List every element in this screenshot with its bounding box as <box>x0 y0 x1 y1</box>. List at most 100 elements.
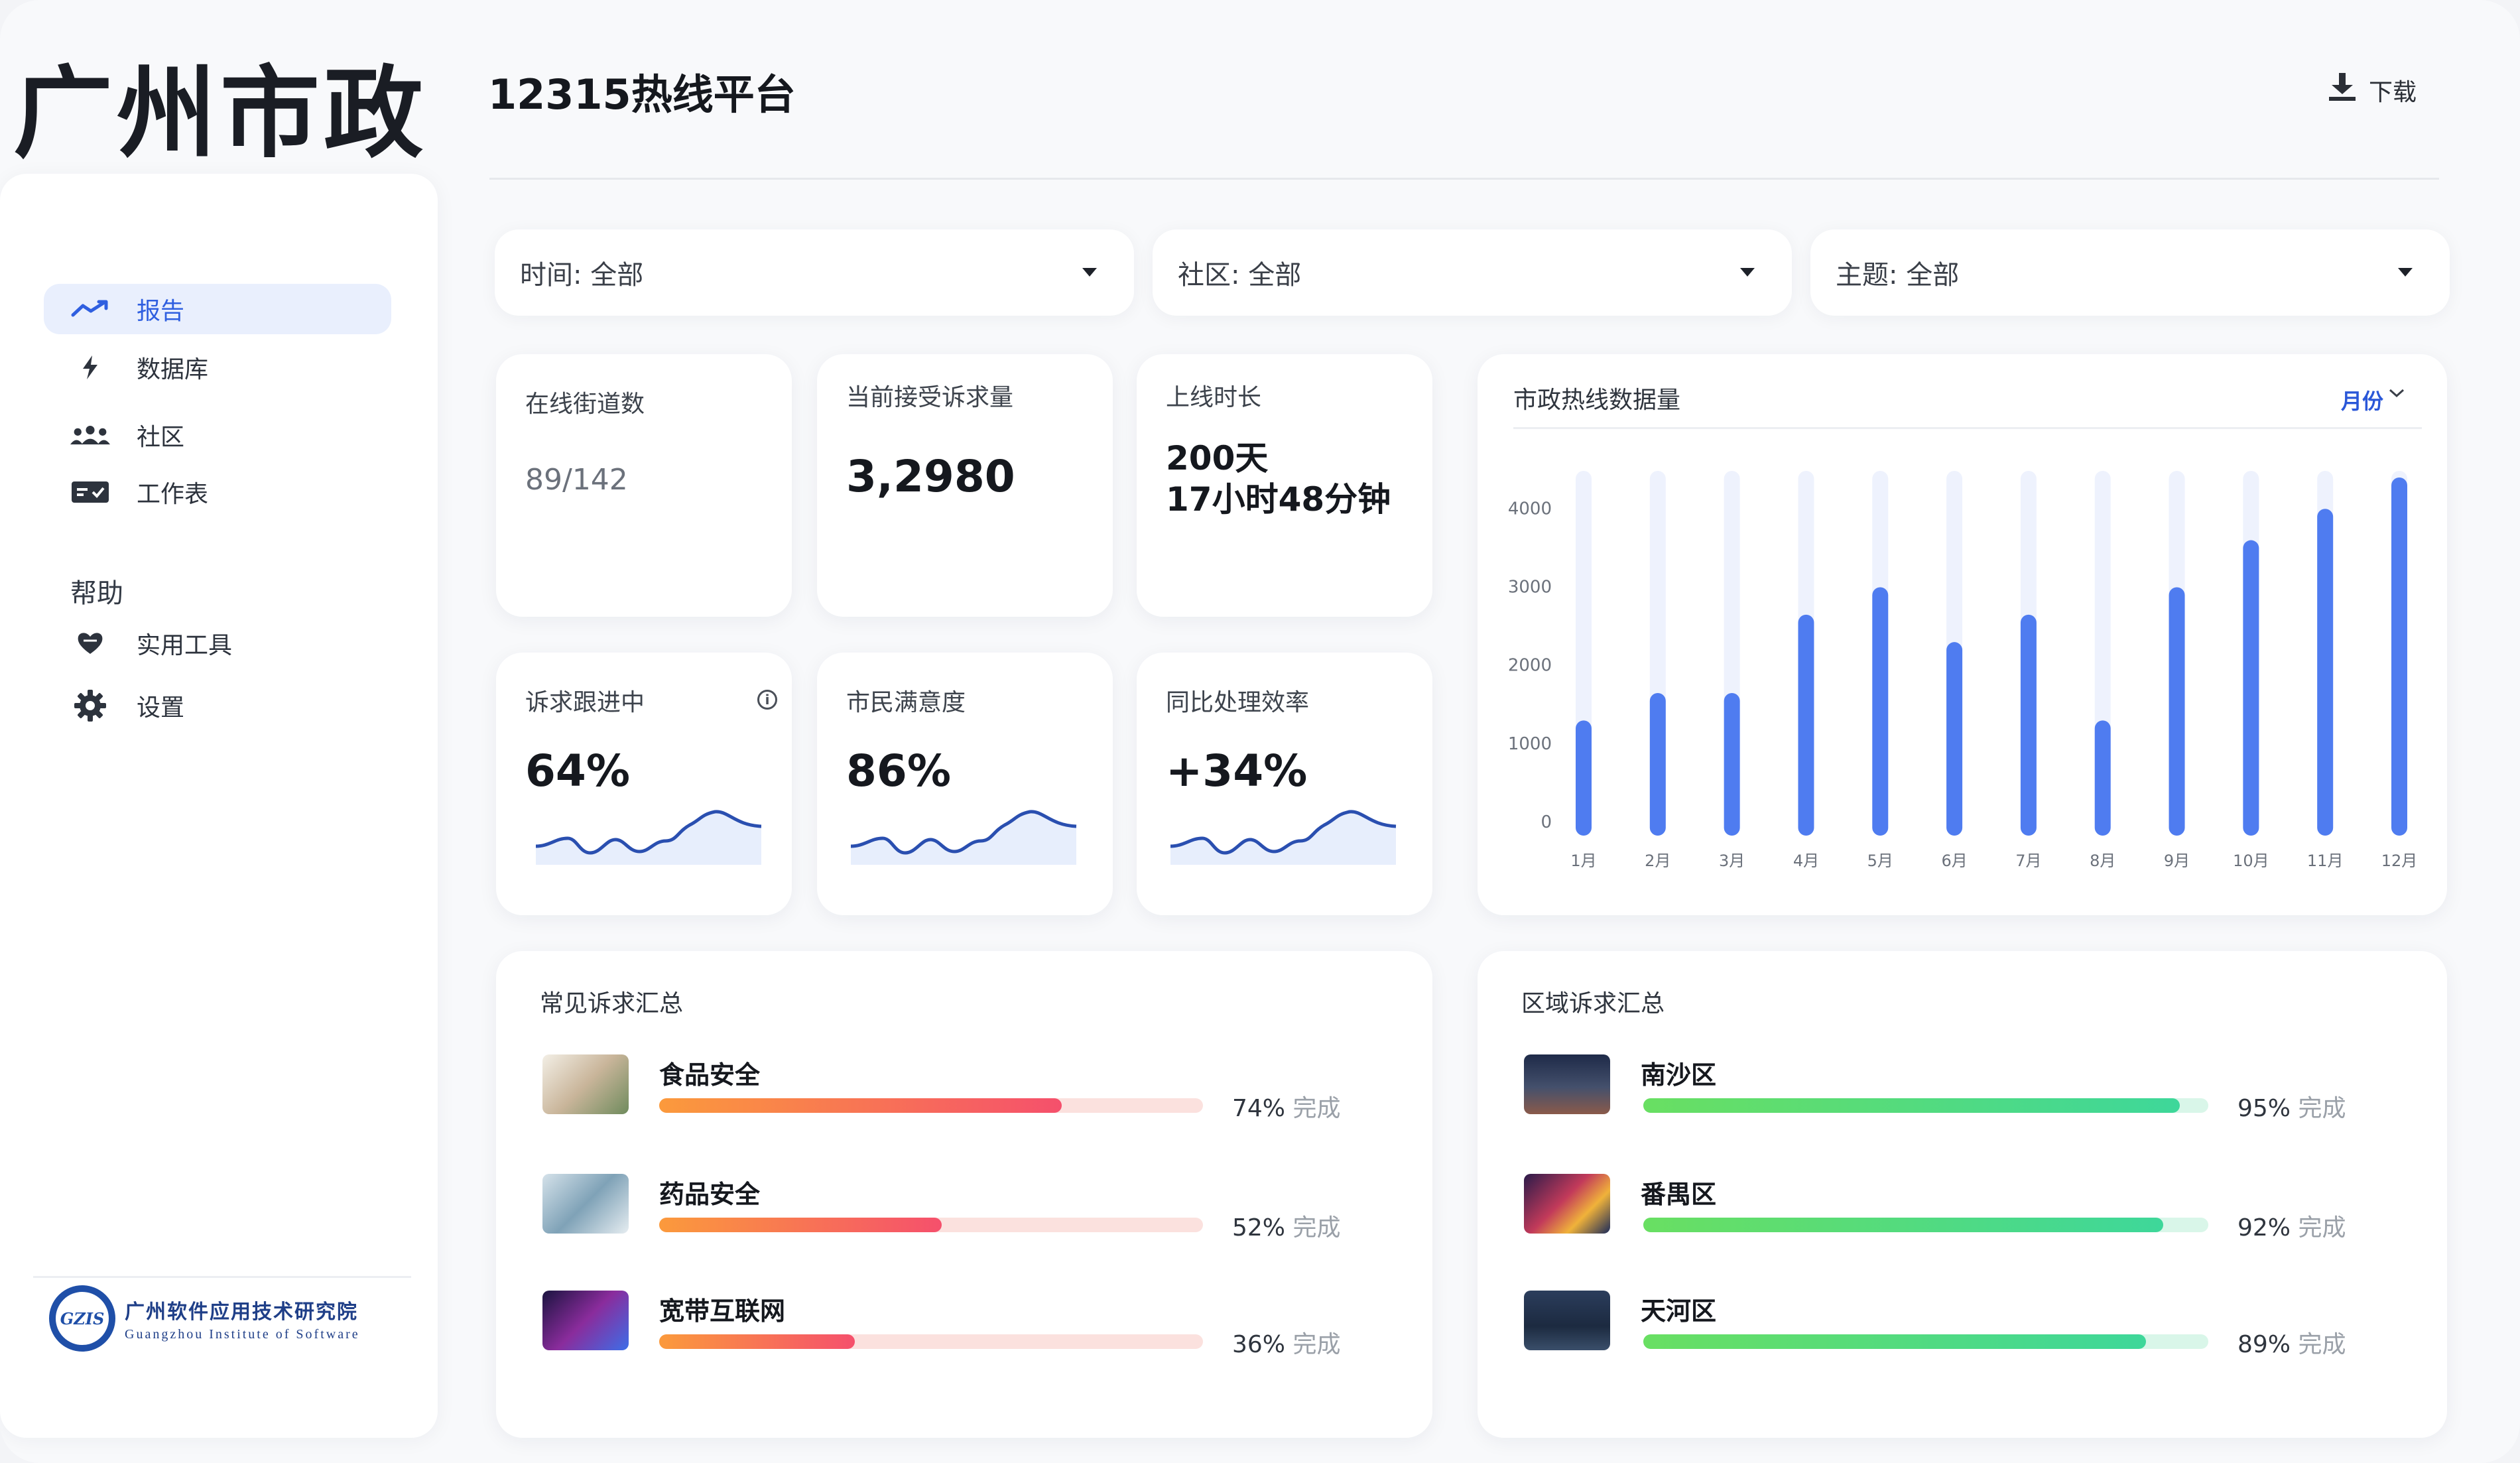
summary-percent: 52% 完成 <box>1232 1214 1341 1241</box>
filter-community[interactable]: 社区: 全部 <box>1153 229 1792 316</box>
x-tick-label: 10月 <box>2233 852 2269 870</box>
y-tick-label: 0 <box>1541 812 1552 832</box>
heart-hands-icon <box>70 623 110 663</box>
caret-down-icon <box>1082 268 1097 277</box>
bar-1月[interactable] <box>1576 720 1592 836</box>
x-tick-label: 8月 <box>2090 852 2115 870</box>
summary-name: 药品安全 <box>659 1180 761 1209</box>
summary-row: 南沙区 95% 完成 <box>1524 1054 2346 1134</box>
filter-time[interactable]: 时间: 全部 <box>495 229 1134 316</box>
progress-track <box>1643 1334 2208 1349</box>
medicine-thumbnail <box>542 1174 629 1234</box>
sidebar-item-label: 数据库 <box>137 356 209 383</box>
progress-track <box>659 1334 1203 1349</box>
progress-fill <box>659 1098 1062 1113</box>
stat-card-streets: 在线街道数 89/142 <box>496 354 792 617</box>
summary-name: 番禺区 <box>1641 1180 1717 1209</box>
sidebar-item-label: 报告 <box>137 298 185 325</box>
brand-title: 广州市政 <box>13 56 428 172</box>
people-icon <box>70 415 110 455</box>
stat-label: 同比处理效率 <box>1166 689 1310 716</box>
card-icon <box>70 472 110 512</box>
header-divider <box>489 178 2439 180</box>
sidebar-divider <box>33 1276 411 1278</box>
filter-label: 时间: 全部 <box>520 260 644 290</box>
org-name: 广州软件应用技术研究院 <box>125 1300 358 1324</box>
stat-value: 86% <box>846 745 951 796</box>
stat-label: 市民满意度 <box>846 689 966 716</box>
sidebar-item-label: 设置 <box>137 694 185 722</box>
progress-track <box>659 1098 1203 1113</box>
summary-row: 番禺区 92% 完成 <box>1524 1174 2346 1253</box>
bar-7月[interactable] <box>2020 614 2037 836</box>
y-tick-label: 3000 <box>1508 577 1552 597</box>
download-label: 下载 <box>2369 78 2417 106</box>
summary-title: 常见诉求汇总 <box>540 990 684 1017</box>
stat-value: 200天 17小时48分钟 <box>1166 438 1391 520</box>
panyu-thumbnail <box>1524 1174 1610 1234</box>
stat-value-line2: 17小时48分钟 <box>1166 480 1391 519</box>
bar-4月[interactable] <box>1798 614 1814 836</box>
org-block: GZIS 广州软件应用技术研究院 Guangzhou Institute of … <box>49 1285 360 1352</box>
filter-topic[interactable]: 主题: 全部 <box>1810 229 2450 316</box>
bar-8月[interactable] <box>2094 720 2111 836</box>
x-tick-label: 7月 <box>2015 852 2041 870</box>
stat-card-uptime: 上线时长 200天 17小时48分钟 <box>1137 354 1432 617</box>
bar-9月[interactable] <box>2169 587 2185 836</box>
sidebar-item-tools[interactable]: 实用工具 <box>44 618 391 668</box>
help-section-title: 帮助 <box>70 578 123 609</box>
x-tick-label: 12月 <box>2381 852 2418 870</box>
stat-label: 上线时长 <box>1166 384 1262 411</box>
bar-2月[interactable] <box>1649 693 1666 836</box>
progress-fill <box>659 1334 855 1349</box>
sidebar-item-worksheet[interactable]: 工作表 <box>44 467 391 517</box>
progress-fill <box>659 1218 942 1232</box>
summary-name: 食品安全 <box>659 1060 761 1090</box>
network-thumbnail <box>542 1291 629 1350</box>
stat-value: +34% <box>1166 745 1308 796</box>
bar-6月[interactable] <box>1946 642 1963 836</box>
sidebar-item-report[interactable]: 报告 <box>44 284 391 334</box>
bar-11月[interactable] <box>2317 509 2334 836</box>
x-tick-label: 1月 <box>1570 852 1596 870</box>
progress-fill <box>1643 1098 2180 1113</box>
org-logo: GZIS <box>49 1285 115 1352</box>
tianhe-thumbnail <box>1524 1291 1610 1350</box>
bar-10月[interactable] <box>2243 540 2259 836</box>
dashboard-page: 广州市政 报告 数据库 社区 工作表 帮助 实用工具 设置 GZIS 广州软件应… <box>0 0 2520 1463</box>
sidebar-item-database[interactable]: 数据库 <box>44 342 391 393</box>
y-tick-label: 1000 <box>1508 734 1552 754</box>
x-tick-label: 2月 <box>1645 852 1670 870</box>
progress-fill <box>1643 1218 2163 1232</box>
stat-card-efficiency: 同比处理效率 +34% <box>1137 653 1432 915</box>
summary-row: 食品安全 74% 完成 <box>542 1054 1341 1134</box>
hotline-chart-card: 市政热线数据量 月份 0 1000 2000 3000 4000 1月 2月 3月 4月 5月 6月… <box>1478 354 2447 915</box>
bar-12月[interactable] <box>2391 477 2407 836</box>
common-summary-card: 常见诉求汇总 食品安全 74% 完成 药品安全 52% 完成 宽带互联网 36%… <box>496 951 1432 1438</box>
sidebar-item-label: 实用工具 <box>137 632 233 659</box>
stat-label: 当前接受诉求量 <box>846 384 1014 411</box>
summary-percent: 92% 完成 <box>2237 1214 2346 1241</box>
download-button[interactable]: 下载 <box>2328 72 2417 108</box>
bolt-icon <box>70 348 110 387</box>
caret-down-icon <box>2398 268 2413 277</box>
summary-row: 宽带互联网 36% 完成 <box>542 1291 1340 1370</box>
bar-3月[interactable] <box>1724 693 1740 836</box>
summary-name: 天河区 <box>1641 1297 1717 1326</box>
stat-card-requests: 当前接受诉求量 3,2980 <box>817 354 1113 617</box>
sparkline <box>850 810 1077 865</box>
sparkline <box>536 810 761 865</box>
sidebar-item-community[interactable]: 社区 <box>44 410 391 460</box>
stat-label: 诉求跟进中 <box>525 689 645 716</box>
summary-title: 区域诉求汇总 <box>1521 990 1665 1017</box>
y-tick-label: 4000 <box>1508 499 1552 519</box>
summary-percent: 74% 完成 <box>1232 1095 1341 1122</box>
summary-percent: 89% 完成 <box>2237 1331 2346 1358</box>
sidebar-item-settings[interactable]: 设置 <box>44 680 391 731</box>
info-icon[interactable]: i <box>757 690 777 710</box>
org-name-en: Guangzhou Institute of Software <box>125 1326 360 1342</box>
bar-5月[interactable] <box>1872 587 1889 836</box>
progress-fill <box>1643 1334 2147 1349</box>
food-thumbnail <box>542 1054 629 1114</box>
x-tick-label: 4月 <box>1793 852 1819 870</box>
